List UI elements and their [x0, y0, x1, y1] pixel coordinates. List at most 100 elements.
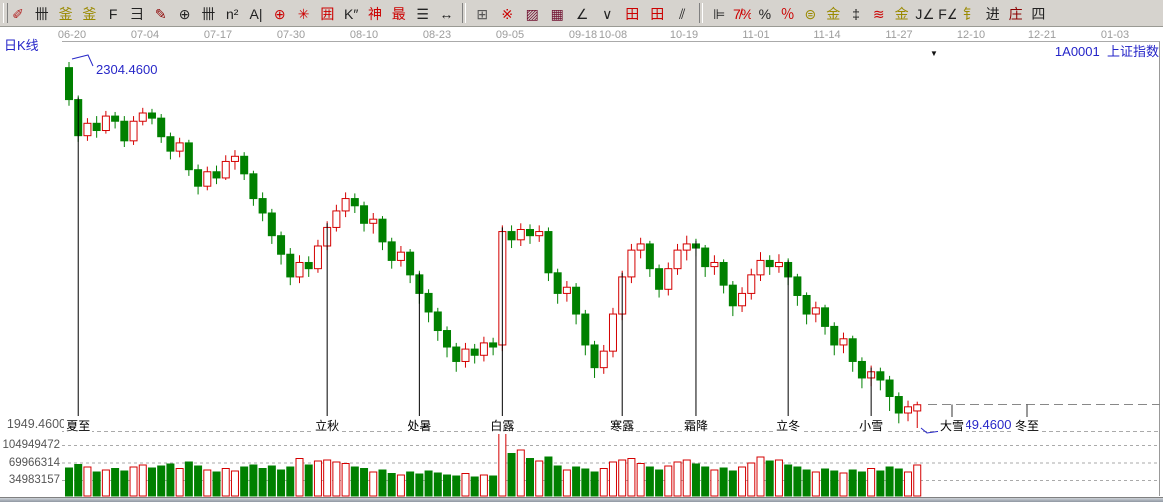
- volume-bar: [646, 467, 653, 496]
- volume-bar: [812, 472, 819, 496]
- volume-bar: [905, 472, 912, 496]
- candle: [794, 277, 801, 296]
- candle: [600, 351, 607, 367]
- volume-bar: [416, 474, 423, 496]
- candle: [573, 287, 580, 314]
- candle: [314, 246, 321, 269]
- candle: [508, 232, 515, 240]
- volume-bar: [729, 471, 736, 496]
- volume-bar: [139, 465, 146, 496]
- volume-bar: [591, 472, 598, 496]
- solar-term-label: 大雪: [938, 417, 966, 434]
- candle: [434, 312, 441, 331]
- volume-bar: [868, 469, 875, 497]
- candle: [259, 199, 266, 213]
- volume-bar: [333, 462, 340, 496]
- volume-bar: [241, 467, 248, 496]
- candle: [379, 219, 386, 242]
- candle: [628, 250, 635, 277]
- candle: [775, 262, 782, 266]
- candle: [914, 405, 921, 411]
- volume-bar: [278, 470, 285, 496]
- volume-bar: [66, 468, 73, 496]
- volume-bar: [296, 459, 303, 497]
- candle: [886, 380, 893, 396]
- volume-bar: [554, 466, 561, 496]
- candle: [858, 361, 865, 377]
- volume-bar: [674, 462, 681, 496]
- candle: [674, 250, 681, 269]
- candle: [739, 293, 746, 305]
- candle: [102, 116, 109, 130]
- volume-bar: [609, 462, 616, 496]
- volume-bar: [748, 463, 755, 496]
- volume-bar: [536, 461, 543, 496]
- volume-bar: [877, 471, 884, 496]
- candle: [637, 244, 644, 250]
- volume-bar: [692, 464, 699, 496]
- candle: [905, 407, 912, 413]
- volume-bar: [102, 470, 109, 496]
- min-price-label: 1949.4600: [0, 417, 66, 431]
- candle: [121, 121, 128, 141]
- volume-bar: [93, 472, 100, 496]
- volume-bar: [914, 465, 921, 496]
- candle: [66, 68, 73, 100]
- solar-term-label: 霜降: [682, 417, 710, 434]
- volume-bar: [388, 474, 395, 497]
- volume-bar: [462, 474, 469, 497]
- volume-bar: [324, 460, 331, 496]
- volume-bar: [195, 466, 202, 496]
- candle: [831, 326, 838, 345]
- candle: [453, 347, 460, 361]
- candle: [517, 229, 524, 239]
- solar-term-label: 冬至: [1013, 417, 1041, 434]
- volume-bar: [886, 467, 893, 496]
- volume-bar: [785, 465, 792, 496]
- volume-bar: [84, 467, 91, 496]
- volume-bar: [222, 469, 229, 497]
- volume-bar: [167, 464, 174, 496]
- solar-term-label: 小雪: [857, 417, 885, 434]
- volume-bar: [582, 469, 589, 496]
- candle: [711, 262, 718, 266]
- volume-bar: [112, 469, 119, 497]
- volume-bar: [130, 467, 137, 496]
- high-annotation-leader: [72, 55, 93, 66]
- candle: [444, 331, 451, 347]
- volume-bar: [471, 477, 478, 496]
- candle: [720, 262, 727, 285]
- volume-bar: [250, 465, 257, 496]
- candle: [591, 345, 598, 368]
- volume-bar: [314, 461, 321, 496]
- candle: [849, 339, 856, 362]
- volume-bar: [121, 471, 128, 496]
- volume-bar: [739, 467, 746, 496]
- volume-bar: [822, 469, 829, 496]
- candle: [545, 232, 552, 273]
- volume-bar: [508, 454, 515, 497]
- volume-bar: [794, 467, 801, 496]
- candle: [729, 285, 736, 306]
- volume-bar: [656, 470, 663, 496]
- volume-bar: [545, 457, 552, 496]
- candle: [812, 308, 819, 314]
- candle: [748, 275, 755, 294]
- candle: [158, 118, 165, 137]
- bottom-edge-strip: [0, 497, 1163, 502]
- volume-bar: [425, 471, 432, 496]
- volume-bar: [831, 471, 838, 496]
- candle: [895, 397, 902, 413]
- candle: [148, 113, 155, 118]
- candle: [195, 170, 202, 186]
- candle: [112, 116, 119, 121]
- candle: [646, 244, 653, 269]
- candle: [536, 232, 543, 236]
- candle: [241, 156, 248, 174]
- candle: [582, 314, 589, 345]
- candle: [231, 156, 238, 161]
- volume-bar: [775, 460, 782, 496]
- candle: [554, 273, 561, 294]
- candle: [397, 252, 404, 260]
- volume-scale-label: 104949472: [0, 439, 60, 451]
